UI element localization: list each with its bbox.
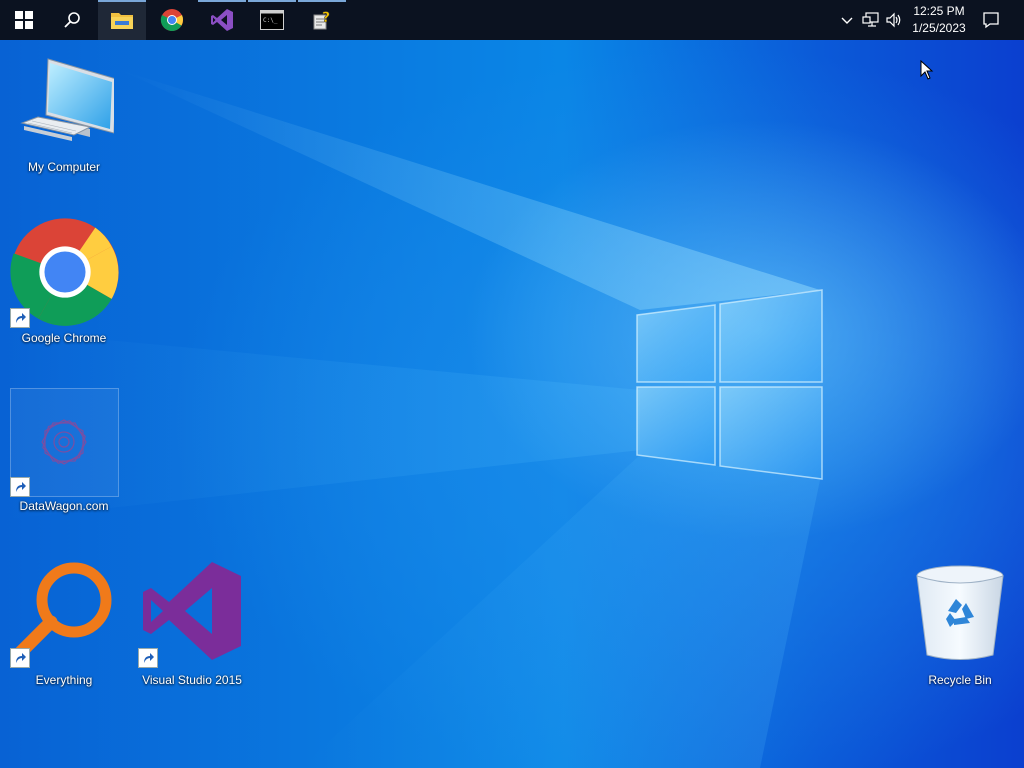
folder-icon xyxy=(111,13,133,29)
shortcut-arrow-icon xyxy=(10,648,30,668)
desktop-icon-label: Recycle Bin xyxy=(928,673,992,687)
windows-logo-wallpaper xyxy=(636,289,823,480)
search-icon xyxy=(64,12,80,28)
search-button[interactable] xyxy=(48,0,96,40)
desktop-icon-visual-studio[interactable]: Visual Studio 2015 xyxy=(137,560,247,687)
computer-icon xyxy=(20,58,117,141)
show-hidden-icons-button[interactable] xyxy=(837,10,857,30)
running-indicator xyxy=(98,0,146,2)
shortcut-arrow-icon xyxy=(10,477,30,497)
clock-date: 1/25/2023 xyxy=(912,21,966,35)
taskbar-file-explorer[interactable] xyxy=(98,0,146,40)
desktop-icon-label: DataWagon.com xyxy=(19,499,109,513)
taskbar-help-app[interactable]: ? xyxy=(298,0,346,40)
notification-icon xyxy=(983,12,999,29)
running-indicator xyxy=(248,0,296,2)
speaker-icon xyxy=(886,12,901,28)
desktop-icon-my-computer[interactable]: My Computer xyxy=(9,55,119,174)
desktop-icon-label: Google Chrome xyxy=(21,331,107,345)
network-button[interactable] xyxy=(861,10,881,30)
taskbar: C:\_ ? 12:25 PM 1/25/2023 xyxy=(0,0,1024,40)
desktop-icon-label: Everything xyxy=(35,673,93,687)
shortcut-arrow-icon xyxy=(10,308,30,328)
network-icon xyxy=(862,12,879,27)
svg-text:?: ? xyxy=(322,10,330,26)
action-center-button[interactable] xyxy=(981,10,1001,30)
desktop-icon-recycle-bin[interactable]: Recycle Bin xyxy=(905,560,1015,687)
start-button[interactable] xyxy=(0,0,48,40)
help-icon: ? xyxy=(313,10,330,30)
svg-text:C:\_: C:\_ xyxy=(263,17,278,24)
running-indicator xyxy=(298,0,346,2)
windows-logo-icon xyxy=(15,11,33,29)
desktop-icon-everything[interactable]: Everything xyxy=(9,560,119,687)
mouse-cursor-icon xyxy=(920,60,934,80)
desktop-icon-label: Visual Studio 2015 xyxy=(142,673,242,687)
visual-studio-icon xyxy=(211,9,233,31)
volume-button[interactable] xyxy=(884,10,904,30)
shortcut-arrow-icon xyxy=(138,648,158,668)
taskbar-clock[interactable]: 12:25 PM 1/25/2023 xyxy=(906,3,972,37)
chevron-up-icon xyxy=(841,17,853,24)
taskbar-command-prompt[interactable]: C:\_ xyxy=(248,0,296,40)
chrome-icon xyxy=(160,9,184,31)
desktop-icon-label: My Computer xyxy=(27,160,101,174)
recycle-bin-icon xyxy=(916,565,1004,660)
desktop-icon-google-chrome[interactable]: Google Chrome xyxy=(9,216,119,345)
clock-time: 12:25 PM xyxy=(913,4,965,18)
desktop-icon-datawagon[interactable]: DataWagon.com xyxy=(9,388,119,513)
running-indicator xyxy=(198,0,246,2)
terminal-icon: C:\_ xyxy=(260,10,284,30)
taskbar-visual-studio[interactable] xyxy=(198,0,246,40)
taskbar-chrome[interactable] xyxy=(148,0,196,40)
